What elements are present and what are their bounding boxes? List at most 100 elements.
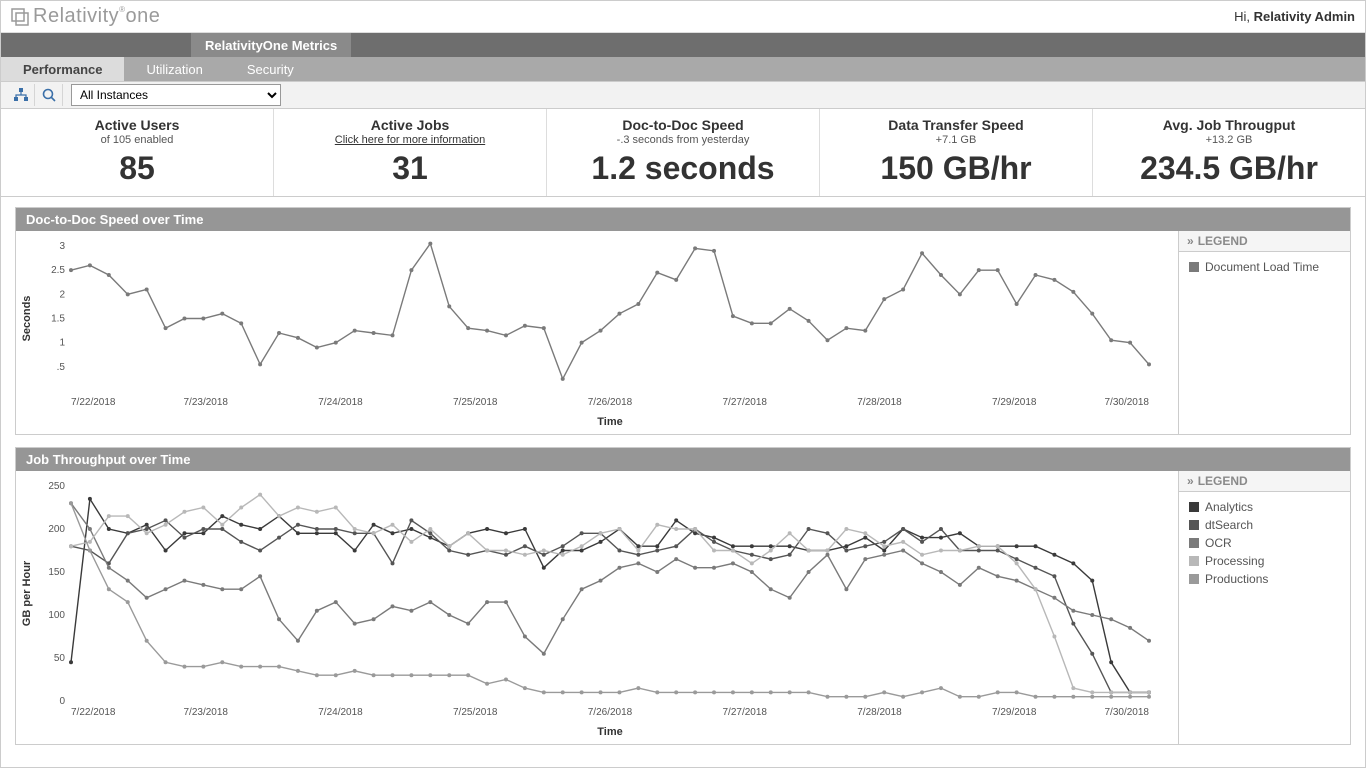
panel-doc-to-doc-speed: Doc-to-Doc Speed over Time .5 1 1.5 2 2.5 3 7/… bbox=[15, 207, 1351, 435]
kpi-data-transfer-speed: Data Transfer Speed +7.1 GB 150 GB/hr bbox=[820, 109, 1093, 196]
legend-label: Processing bbox=[1205, 554, 1264, 568]
kpi-title: Doc-to-Doc Speed bbox=[547, 117, 819, 133]
legend-label: Analytics bbox=[1205, 500, 1253, 514]
kpi-value: 234.5 GB/hr bbox=[1093, 150, 1365, 187]
kpi-avg-job-throughput: Avg. Job Througput +13.2 GB 234.5 GB/hr bbox=[1093, 109, 1365, 196]
legend-label: Document Load Time bbox=[1205, 260, 1319, 274]
top-bar: Relativity®one Hi, Relativity Admin bbox=[1, 1, 1365, 33]
search-icon[interactable] bbox=[35, 84, 63, 106]
svg-text:100: 100 bbox=[48, 610, 65, 621]
logo-text: Relativity®one bbox=[33, 5, 160, 28]
toolbar: All Instances bbox=[1, 81, 1365, 109]
legend-swatch bbox=[1189, 262, 1199, 272]
legend-label: dtSearch bbox=[1205, 518, 1253, 532]
svg-text:7/28/2018: 7/28/2018 bbox=[857, 707, 902, 718]
panel-title: Job Throughput over Time bbox=[16, 448, 1350, 471]
legend-label: Productions bbox=[1205, 572, 1268, 586]
kpi-active-users: Active Users of 105 enabled 85 bbox=[1, 109, 274, 196]
svg-text:2: 2 bbox=[59, 289, 65, 300]
chart-job-throughput: 0 50 100 150 200 250 7/22/2018 7/23/2018 7/24/20… bbox=[16, 471, 1178, 744]
legend-item[interactable]: Processing bbox=[1189, 554, 1340, 568]
logo-icon bbox=[11, 8, 29, 26]
svg-text:Seconds: Seconds bbox=[21, 296, 33, 342]
svg-text:1.5: 1.5 bbox=[51, 314, 65, 325]
secondary-nav: Performance Utilization Security bbox=[1, 57, 1365, 81]
svg-text:7/27/2018: 7/27/2018 bbox=[723, 707, 768, 718]
tab-relativityone-metrics[interactable]: RelativityOne Metrics bbox=[191, 33, 351, 57]
svg-text:250: 250 bbox=[48, 481, 65, 492]
logo: Relativity®one bbox=[11, 5, 160, 28]
svg-text:7/23/2018: 7/23/2018 bbox=[184, 707, 229, 718]
legend-swatch bbox=[1189, 574, 1199, 584]
kpi-value: 31 bbox=[274, 150, 546, 187]
legend-item[interactable]: Analytics bbox=[1189, 500, 1340, 514]
kpi-title: Data Transfer Speed bbox=[820, 117, 1092, 133]
greeting: Hi, Relativity Admin bbox=[1234, 9, 1355, 24]
chart-doc-to-doc: .5 1 1.5 2 2.5 3 7/22/2018 7/23/2018 7/24/2018 7/… bbox=[16, 231, 1178, 434]
instance-select[interactable]: All Instances bbox=[71, 84, 281, 106]
svg-text:7/27/2018: 7/27/2018 bbox=[723, 397, 768, 408]
legend: »LEGEND Analytics dtSearch OCR Processing Pr… bbox=[1178, 471, 1350, 744]
svg-text:1: 1 bbox=[59, 338, 65, 349]
legend: »LEGEND Document Load Time bbox=[1178, 231, 1350, 434]
legend-header[interactable]: »LEGEND bbox=[1179, 231, 1350, 252]
chevron-right-icon: » bbox=[1187, 234, 1194, 248]
kpi-info-link[interactable]: Click here for more information bbox=[274, 134, 546, 146]
svg-text:.5: .5 bbox=[57, 362, 66, 373]
svg-text:Time: Time bbox=[597, 416, 622, 428]
svg-text:7/23/2018: 7/23/2018 bbox=[184, 397, 229, 408]
subtab-utilization[interactable]: Utilization bbox=[124, 57, 224, 81]
svg-text:7/30/2018: 7/30/2018 bbox=[1105, 397, 1150, 408]
kpi-row: Active Users of 105 enabled 85 Active Jo… bbox=[1, 109, 1365, 197]
subtab-security[interactable]: Security bbox=[225, 57, 316, 81]
svg-text:0: 0 bbox=[59, 696, 65, 707]
subtab-performance[interactable]: Performance bbox=[1, 57, 124, 81]
legend-swatch bbox=[1189, 556, 1199, 566]
svg-text:7/24/2018: 7/24/2018 bbox=[318, 397, 363, 408]
legend-label: OCR bbox=[1205, 536, 1232, 550]
legend-item[interactable]: dtSearch bbox=[1189, 518, 1340, 532]
kpi-title: Active Users bbox=[1, 117, 273, 133]
svg-text:7/25/2018: 7/25/2018 bbox=[453, 707, 498, 718]
kpi-title: Active Jobs bbox=[274, 117, 546, 133]
svg-text:7/28/2018: 7/28/2018 bbox=[857, 397, 902, 408]
legend-item[interactable]: Productions bbox=[1189, 572, 1340, 586]
kpi-title: Avg. Job Througput bbox=[1093, 117, 1365, 133]
svg-text:GB per Hour: GB per Hour bbox=[21, 560, 33, 626]
hierarchy-icon[interactable] bbox=[7, 84, 35, 106]
svg-text:50: 50 bbox=[54, 653, 66, 664]
legend-item[interactable]: Document Load Time bbox=[1189, 260, 1340, 274]
legend-item[interactable]: OCR bbox=[1189, 536, 1340, 550]
kpi-subtitle: -.3 seconds from yesterday bbox=[547, 134, 819, 146]
kpi-value: 85 bbox=[1, 150, 273, 187]
panel-title: Doc-to-Doc Speed over Time bbox=[16, 208, 1350, 231]
legend-swatch bbox=[1189, 538, 1199, 548]
svg-text:7/25/2018: 7/25/2018 bbox=[453, 397, 498, 408]
legend-swatch bbox=[1189, 520, 1199, 530]
svg-text:200: 200 bbox=[48, 524, 65, 535]
panel-job-throughput: Job Throughput over Time 0 50 100 150 200 250… bbox=[15, 447, 1351, 745]
legend-header[interactable]: »LEGEND bbox=[1179, 471, 1350, 492]
kpi-active-jobs: Active Jobs Click here for more informat… bbox=[274, 109, 547, 196]
svg-text:7/29/2018: 7/29/2018 bbox=[992, 707, 1037, 718]
svg-text:7/22/2018: 7/22/2018 bbox=[71, 397, 116, 408]
kpi-subtitle: of 105 enabled bbox=[1, 134, 273, 146]
svg-text:150: 150 bbox=[48, 567, 65, 578]
svg-text:7/26/2018: 7/26/2018 bbox=[588, 707, 633, 718]
svg-text:7/30/2018: 7/30/2018 bbox=[1105, 707, 1150, 718]
svg-text:7/24/2018: 7/24/2018 bbox=[318, 707, 363, 718]
kpi-doc-to-doc-speed: Doc-to-Doc Speed -.3 seconds from yester… bbox=[547, 109, 820, 196]
primary-nav: RelativityOne Metrics bbox=[1, 33, 1365, 57]
legend-swatch bbox=[1189, 502, 1199, 512]
svg-text:2.5: 2.5 bbox=[51, 265, 65, 276]
kpi-subtitle: +13.2 GB bbox=[1093, 134, 1365, 146]
svg-text:7/26/2018: 7/26/2018 bbox=[588, 397, 633, 408]
kpi-value: 150 GB/hr bbox=[820, 150, 1092, 187]
svg-text:3: 3 bbox=[59, 241, 65, 252]
svg-text:Time: Time bbox=[597, 726, 622, 738]
kpi-subtitle: +7.1 GB bbox=[820, 134, 1092, 146]
svg-text:7/22/2018: 7/22/2018 bbox=[71, 707, 116, 718]
chevron-right-icon: » bbox=[1187, 474, 1194, 488]
svg-text:7/29/2018: 7/29/2018 bbox=[992, 397, 1037, 408]
kpi-value: 1.2 seconds bbox=[547, 150, 819, 187]
